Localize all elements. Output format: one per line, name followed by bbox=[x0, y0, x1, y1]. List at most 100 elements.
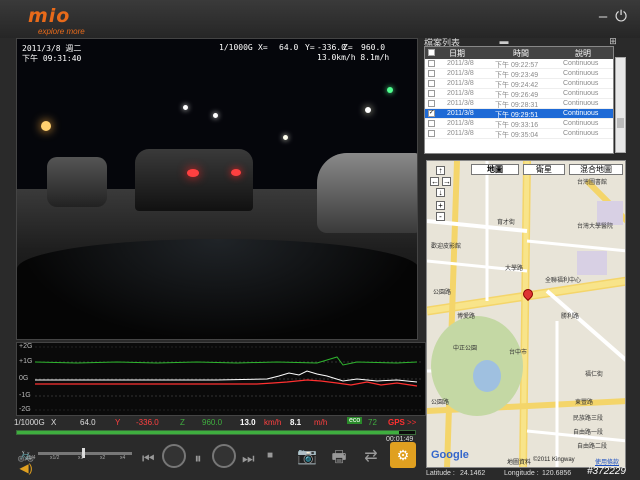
pan-up-icon[interactable]: ↑ bbox=[436, 166, 445, 175]
file-row[interactable]: 2011/3/8 下午 09:22:57 Continuous bbox=[425, 59, 613, 69]
car-dashboard bbox=[17, 239, 417, 339]
readout-mph-value: 8.1 bbox=[290, 418, 302, 427]
file-row-checkbox[interactable] bbox=[428, 90, 435, 97]
osd-gsensor-mode: 1/1000G bbox=[219, 43, 253, 52]
gps-arrows: >> bbox=[407, 418, 417, 427]
file-row-date: 2011/3/8 bbox=[447, 90, 474, 97]
eco-value: 72 bbox=[368, 418, 377, 427]
select-all-checkbox[interactable] bbox=[428, 49, 435, 56]
pan-left-icon[interactable]: ← bbox=[430, 177, 439, 186]
file-row-checkbox[interactable] bbox=[428, 60, 435, 67]
file-row-date: 2011/3/8 bbox=[447, 70, 474, 77]
speed-label: x1 bbox=[78, 455, 84, 461]
playback-controls: 🚲 ◀) x1/4 x1/2 x1 x2 x4 ⏮ ⏸ ⏭ ■ 📷 🖶 ⇄ ⚙ bbox=[0, 440, 424, 480]
file-row-checkbox[interactable] bbox=[428, 80, 435, 87]
playback-progress[interactable] bbox=[16, 430, 416, 435]
pan-right-icon[interactable]: → bbox=[442, 177, 451, 186]
video-player[interactable]: 2011/3/8 週二 下午 09:31:40 1/1000G X= 64.0 … bbox=[16, 38, 418, 340]
mio-logo: mio explore more bbox=[28, 5, 85, 36]
file-row[interactable]: ✓ 2011/3/8 下午 09:29:51 Continuous bbox=[425, 109, 613, 119]
zoom-out-button[interactable]: - bbox=[436, 212, 445, 221]
map-label: 台灣圖書館 bbox=[577, 180, 608, 186]
minimize-icon[interactable]: – bbox=[595, 9, 611, 26]
print-icon[interactable]: 🖶 bbox=[328, 446, 350, 473]
rewind-button[interactable] bbox=[162, 444, 186, 468]
stop-icon[interactable]: ■ bbox=[264, 450, 276, 461]
file-row-desc: Continuous bbox=[563, 80, 599, 87]
map-data-label: 地圖資料 bbox=[507, 460, 532, 466]
longitude-label: Longitude : bbox=[504, 470, 539, 477]
file-row-date: 2011/3/8 bbox=[447, 120, 474, 127]
settings-tools-icon[interactable]: ⚙ bbox=[390, 442, 416, 468]
file-row-checkbox[interactable] bbox=[428, 100, 435, 107]
readout-kmh-value: 13.0 bbox=[240, 418, 256, 427]
file-row[interactable]: 2011/3/8 下午 09:26:49 Continuous bbox=[425, 89, 613, 99]
map-label: 自由路二段 bbox=[577, 444, 608, 450]
file-row-date: 2011/3/8 bbox=[447, 100, 474, 107]
forward-button[interactable] bbox=[212, 444, 236, 468]
file-row-checkbox[interactable] bbox=[428, 120, 435, 127]
graph-trace-y bbox=[35, 379, 418, 387]
file-row[interactable]: 2011/3/8 下午 09:23:49 Continuous bbox=[425, 69, 613, 79]
readout-z-label: Z bbox=[180, 418, 185, 427]
file-list-rows: 2011/3/8 下午 09:22:57 Continuous 2011/3/8 下午 … bbox=[425, 59, 613, 139]
next-file-icon[interactable]: ⏭ bbox=[242, 450, 255, 467]
map-label: 全聯福利中心 bbox=[545, 278, 582, 284]
map-view[interactable]: 地圖 衛星 混合地圖 ↑ ← → ↓ + - 台灣圖書館 台灣大學醫院 育才街 … bbox=[426, 160, 626, 468]
column-description: 說明 bbox=[575, 49, 591, 58]
file-row[interactable]: 2011/3/8 下午 09:33:16 Continuous bbox=[425, 119, 613, 129]
camera-snapshot-icon[interactable]: 📷 bbox=[296, 446, 318, 466]
file-row[interactable]: 2011/3/8 下午 09:28:31 Continuous bbox=[425, 99, 613, 109]
previous-file-icon[interactable]: ⏮ bbox=[142, 450, 155, 467]
eco-badge: eco bbox=[347, 417, 363, 424]
file-row-date: 2011/3/8 bbox=[447, 80, 474, 87]
logo-text: mio bbox=[28, 5, 71, 27]
zoom-in-button[interactable]: + bbox=[436, 201, 445, 210]
terms-link[interactable]: 使用條款 bbox=[595, 457, 619, 466]
gps-badge: GPS bbox=[388, 418, 405, 427]
map-label: 台灣大學醫院 bbox=[577, 224, 614, 230]
osd-time: 下午 09:31:40 bbox=[22, 54, 82, 63]
tail-light bbox=[231, 169, 241, 176]
map-label: 自由路一段 bbox=[573, 430, 604, 436]
map-tab-hybrid[interactable]: 混合地圖 bbox=[569, 164, 623, 175]
volume-icon[interactable]: ◀) bbox=[16, 461, 36, 475]
progress-fill bbox=[17, 431, 400, 434]
power-icon[interactable]: ⏻ bbox=[613, 9, 629, 26]
osd-x-value: 64.0 bbox=[279, 43, 299, 52]
readout-mph-unit: m/h bbox=[314, 418, 328, 427]
graph-plot bbox=[34, 346, 423, 411]
column-time: 時間 bbox=[513, 49, 529, 58]
file-row[interactable]: 2011/3/8 下午 09:24:42 Continuous bbox=[425, 79, 613, 89]
watermark: #372229 bbox=[587, 466, 626, 477]
map-label: 東豐路 bbox=[575, 400, 594, 406]
map-tab-satellite[interactable]: 衛星 bbox=[523, 164, 565, 175]
street-light bbox=[283, 135, 288, 140]
title-bar: mio explore more – ⏻ bbox=[0, 0, 640, 38]
traffic-light bbox=[387, 87, 393, 93]
map-tab-map[interactable]: 地圖 bbox=[471, 164, 519, 175]
file-row-time: 下午 09:35:04 bbox=[495, 132, 539, 139]
file-row-checkbox[interactable] bbox=[428, 70, 435, 77]
readout-y-label: Y bbox=[115, 418, 121, 427]
pause-icon[interactable]: ⏸ bbox=[192, 450, 204, 467]
file-list-header: 日期 時間 說明 bbox=[425, 47, 613, 59]
pan-down-icon[interactable]: ↓ bbox=[436, 188, 445, 197]
scrollbar-thumb[interactable] bbox=[617, 118, 624, 128]
file-row-checkbox[interactable] bbox=[428, 130, 435, 137]
osd-z-value: 960.0 bbox=[361, 43, 386, 52]
map-label: 博愛路 bbox=[457, 314, 476, 320]
street-light bbox=[41, 121, 51, 131]
file-list-scrollbar[interactable] bbox=[615, 57, 626, 153]
file-row-desc: Continuous bbox=[563, 70, 599, 77]
tail-light bbox=[187, 169, 199, 177]
file-row[interactable]: 2011/3/8 下午 09:35:04 Continuous bbox=[425, 129, 613, 139]
file-row-checkbox[interactable]: ✓ bbox=[428, 110, 435, 117]
export-icon[interactable]: ⇄ bbox=[360, 446, 382, 466]
map-label: 公園路 bbox=[431, 400, 450, 406]
latitude-label: Latitude : bbox=[426, 470, 455, 477]
osd-speed: 13.0km/h 8.1m/h bbox=[317, 53, 390, 62]
graph-trace-x bbox=[35, 370, 418, 383]
folder-icon[interactable]: ▬ bbox=[497, 36, 511, 46]
file-list-table: 日期 時間 說明 2011/3/8 下午 09:22:57 Continuous 20… bbox=[424, 46, 614, 154]
